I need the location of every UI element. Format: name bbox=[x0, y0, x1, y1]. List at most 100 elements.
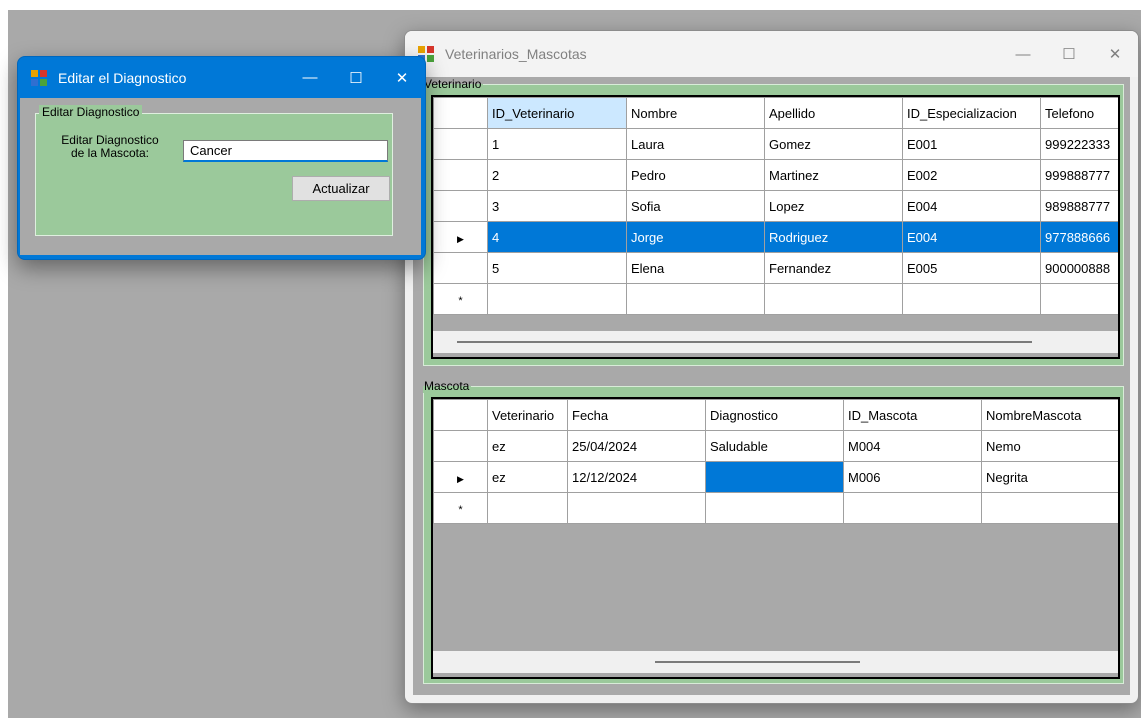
table-cell[interactable]: 3 bbox=[487, 190, 627, 222]
mascota-grid[interactable]: Veterinario Fecha Diagnostico ID_Mascota… bbox=[431, 397, 1120, 679]
row-header-corner[interactable] bbox=[433, 97, 488, 129]
table-cell[interactable]: ez bbox=[487, 430, 568, 462]
table-cell[interactable]: Laura bbox=[626, 128, 765, 160]
main-client-area: Veterinario ID_Veterinario Nombre Apelli… bbox=[413, 77, 1130, 695]
new-row[interactable]: * bbox=[433, 283, 1118, 315]
table-cell[interactable]: 977888666 bbox=[1040, 221, 1118, 253]
table-cell[interactable]: 1 bbox=[487, 128, 627, 160]
table-row[interactable]: 5 Elena Fernandez E005 900000888 bbox=[433, 252, 1118, 284]
table-cell[interactable]: Saludable bbox=[705, 430, 844, 462]
column-header[interactable]: Fecha bbox=[567, 399, 706, 431]
table-cell[interactable]: M004 bbox=[843, 430, 982, 462]
main-window-title: Veterinarios_Mascotas bbox=[445, 46, 587, 62]
table-cell[interactable] bbox=[981, 492, 1118, 524]
table-cell[interactable]: M006 bbox=[843, 461, 982, 493]
column-header[interactable]: ID_Especializacion bbox=[902, 97, 1041, 129]
table-cell[interactable]: Negrita bbox=[981, 461, 1118, 493]
table-cell[interactable]: Elena bbox=[626, 252, 765, 284]
diagnostico-input[interactable] bbox=[183, 140, 388, 162]
veterinario-grid[interactable]: ID_Veterinario Nombre Apellido ID_Especi… bbox=[431, 95, 1120, 359]
table-cell[interactable] bbox=[843, 492, 982, 524]
row-header[interactable]: ▶ bbox=[433, 461, 488, 493]
table-row[interactable]: 2 Pedro Martinez E002 999888777 bbox=[433, 159, 1118, 191]
edit-diagnostico-dialog: Editar el Diagnostico — ☐ ✕ Editar Diagn… bbox=[17, 56, 426, 260]
selected-diagnostico-cell[interactable] bbox=[705, 461, 844, 493]
table-cell[interactable]: 900000888 bbox=[1040, 252, 1118, 284]
row-header-corner[interactable] bbox=[433, 399, 488, 431]
dialog-client-area: Editar Diagnostico Editar Diagnostico de… bbox=[20, 98, 421, 255]
table-cell[interactable]: E004 bbox=[902, 190, 1041, 222]
minimize-icon[interactable]: — bbox=[1000, 31, 1046, 77]
table-cell[interactable]: E001 bbox=[902, 128, 1041, 160]
row-header[interactable] bbox=[433, 190, 488, 222]
column-header[interactable]: Diagnostico bbox=[705, 399, 844, 431]
table-cell[interactable]: 4 bbox=[487, 221, 627, 253]
scrollbar-thumb[interactable] bbox=[457, 341, 1032, 343]
dialog-titlebar[interactable]: Editar el Diagnostico — ☐ ✕ bbox=[18, 57, 425, 98]
close-icon[interactable]: ✕ bbox=[379, 57, 425, 98]
table-cell[interactable]: Nemo bbox=[981, 430, 1118, 462]
table-cell[interactable]: 989888777 bbox=[1040, 190, 1118, 222]
table-row[interactable]: ez 25/04/2024 Saludable M004 Nemo bbox=[433, 430, 1118, 462]
row-header[interactable] bbox=[433, 430, 488, 462]
column-header[interactable]: ID_Veterinario bbox=[487, 97, 627, 129]
table-row-selected[interactable]: ▶ 4 Jorge Rodriguez E004 977888666 bbox=[433, 221, 1118, 253]
column-header[interactable]: Nombre bbox=[626, 97, 765, 129]
new-row[interactable]: * bbox=[433, 492, 1118, 524]
row-header[interactable]: * bbox=[433, 283, 488, 315]
maximize-icon[interactable]: ☐ bbox=[1046, 31, 1092, 77]
table-cell[interactable]: Fernandez bbox=[764, 252, 903, 284]
table-cell[interactable] bbox=[487, 283, 627, 315]
table-cell[interactable]: 999222333 bbox=[1040, 128, 1118, 160]
table-cell[interactable] bbox=[764, 283, 903, 315]
table-cell[interactable] bbox=[705, 492, 844, 524]
mascota-horizontal-scrollbar[interactable] bbox=[433, 651, 1118, 673]
table-row[interactable]: 1 Laura Gomez E001 999222333 bbox=[433, 128, 1118, 160]
table-cell[interactable]: E004 bbox=[902, 221, 1041, 253]
actualizar-button[interactable]: Actualizar bbox=[292, 176, 390, 201]
table-cell[interactable]: E005 bbox=[902, 252, 1041, 284]
maximize-icon[interactable]: ☐ bbox=[333, 57, 379, 98]
table-cell[interactable]: Sofia bbox=[626, 190, 765, 222]
table-cell[interactable]: Lopez bbox=[764, 190, 903, 222]
column-header[interactable]: Veterinario bbox=[487, 399, 568, 431]
table-cell[interactable]: Pedro bbox=[626, 159, 765, 191]
row-header[interactable]: * bbox=[433, 492, 488, 524]
scrollbar-thumb[interactable] bbox=[655, 661, 860, 663]
table-cell[interactable] bbox=[902, 283, 1041, 315]
column-header[interactable]: NombreMascota bbox=[981, 399, 1118, 431]
row-header[interactable] bbox=[433, 159, 488, 191]
row-header[interactable] bbox=[433, 128, 488, 160]
column-header[interactable]: ID_Mascota bbox=[843, 399, 982, 431]
table-cell[interactable]: 5 bbox=[487, 252, 627, 284]
main-titlebar[interactable]: Veterinarios_Mascotas — ☐ ✕ bbox=[405, 31, 1138, 77]
editar-diagnostico-group: Editar Diagnostico Editar Diagnostico de… bbox=[35, 105, 393, 236]
table-cell[interactable]: 12/12/2024 bbox=[567, 461, 706, 493]
new-row-star-icon: * bbox=[458, 503, 463, 516]
column-header[interactable]: Apellido bbox=[764, 97, 903, 129]
table-cell[interactable]: Rodriguez bbox=[764, 221, 903, 253]
row-header[interactable]: ▶ bbox=[433, 221, 488, 253]
close-icon[interactable]: ✕ bbox=[1092, 31, 1138, 77]
table-cell[interactable] bbox=[567, 492, 706, 524]
table-cell[interactable]: E002 bbox=[902, 159, 1041, 191]
table-cell[interactable]: 999888777 bbox=[1040, 159, 1118, 191]
table-cell[interactable] bbox=[626, 283, 765, 315]
table-cell[interactable] bbox=[487, 492, 568, 524]
veterinario-horizontal-scrollbar[interactable] bbox=[433, 331, 1118, 353]
main-window: Veterinarios_Mascotas — ☐ ✕ Veterinario … bbox=[404, 30, 1139, 704]
minimize-icon[interactable]: — bbox=[287, 57, 333, 98]
table-cell[interactable]: 25/04/2024 bbox=[567, 430, 706, 462]
table-row[interactable]: 3 Sofia Lopez E004 989888777 bbox=[433, 190, 1118, 222]
row-header[interactable] bbox=[433, 252, 488, 284]
table-cell[interactable]: Jorge bbox=[626, 221, 765, 253]
column-header[interactable]: Telefono bbox=[1040, 97, 1118, 129]
table-cell[interactable]: ez bbox=[487, 461, 568, 493]
table-row-current[interactable]: ▶ ez 12/12/2024 M006 Negrita bbox=[433, 461, 1118, 493]
group-legend: Editar Diagnostico bbox=[39, 105, 143, 119]
diagnostico-label: Editar Diagnostico de la Mascota: bbox=[40, 134, 180, 160]
table-cell[interactable] bbox=[1040, 283, 1118, 315]
table-cell[interactable]: Martinez bbox=[764, 159, 903, 191]
table-cell[interactable]: Gomez bbox=[764, 128, 903, 160]
table-cell[interactable]: 2 bbox=[487, 159, 627, 191]
